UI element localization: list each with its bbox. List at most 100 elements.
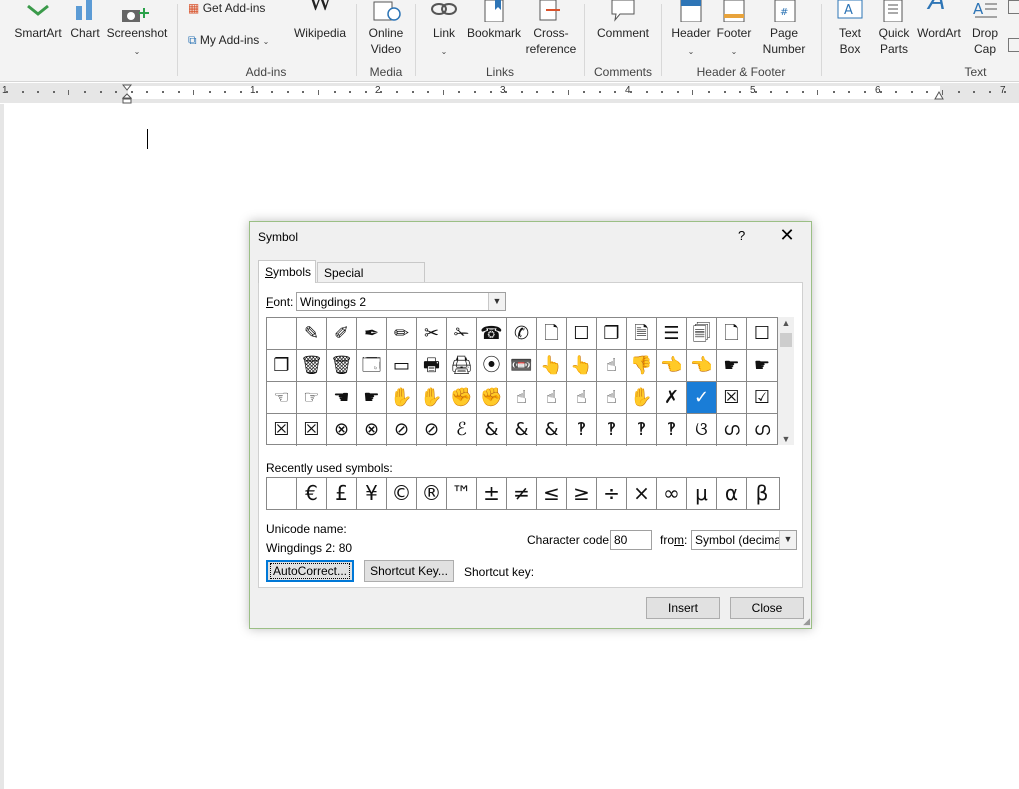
symbol-cell[interactable]: ☛ (717, 350, 747, 382)
symbol-cell[interactable]: 🗋 (537, 318, 567, 350)
symbol-cell[interactable]: 🗔 (357, 350, 387, 382)
symbol-cell[interactable]: ⊘ (417, 414, 447, 446)
recent-symbol-cell[interactable]: ™ (447, 478, 477, 509)
symbol-cell[interactable]: ഗ (747, 414, 777, 446)
recent-symbol-cell[interactable]: ® (417, 478, 447, 509)
symbol-cell[interactable]: 👈 (687, 350, 717, 382)
autocorrect-button[interactable]: AutoCorrect... (266, 560, 354, 582)
symbol-cell[interactable]: ☒ (297, 414, 327, 446)
font-select[interactable]: Wingdings 2 ▼ (296, 292, 506, 311)
insert-button[interactable]: Insert (646, 597, 720, 619)
symbol-cell[interactable]: ☛ (747, 350, 777, 382)
symbol-cell[interactable]: & (477, 414, 507, 446)
symbol-cell[interactable]: ✊ (477, 382, 507, 414)
symbol-cell[interactable]: 🗐 (687, 318, 717, 350)
symbol-cell[interactable]: ▭ (387, 350, 417, 382)
symbol-cell[interactable] (267, 318, 297, 350)
symbol-cell[interactable]: ☐ (567, 318, 597, 350)
symbol-cell[interactable]: ⊗ (357, 414, 387, 446)
recent-symbol-cell[interactable]: ≠ (507, 478, 537, 509)
recent-symbol-cell[interactable]: β (747, 478, 777, 509)
symbol-cell[interactable]: ✊ (447, 382, 477, 414)
symbol-cell[interactable]: ✋ (387, 382, 417, 414)
symbol-cell[interactable]: ✓ (687, 382, 717, 414)
wikipedia-button[interactable]: W Wikipedia (290, 0, 350, 60)
resize-grip-icon[interactable]: ◢ (803, 616, 810, 627)
symbol-cell[interactable]: 👎 (627, 350, 657, 382)
symbol-cell[interactable]: ❐ (267, 350, 297, 382)
symbol-cell[interactable]: 🗎 (627, 318, 657, 350)
symbol-cell[interactable]: 🗑 (297, 350, 327, 382)
symbol-cell[interactable]: 🗋 (717, 318, 747, 350)
symbol-cell[interactable]: 🗑 (327, 350, 357, 382)
symbol-cell[interactable]: 🖨 (447, 350, 477, 382)
screenshot-button[interactable]: Screenshot ⌄ (106, 0, 168, 60)
symbol-cell[interactable]: ✒ (357, 318, 387, 350)
from-select[interactable]: Symbol (decimal) ▼ (691, 530, 797, 550)
symbol-cell[interactable]: ☜ (267, 382, 297, 414)
recent-symbol-cell[interactable]: ≤ (537, 478, 567, 509)
scroll-down-icon[interactable]: ▼ (778, 434, 794, 444)
smartart-button[interactable]: SmartArt (12, 0, 64, 60)
symbol-cell[interactable]: ℰ (447, 414, 477, 446)
symbol-cell[interactable]: ✋ (627, 382, 657, 414)
symbol-cell[interactable]: ❐ (597, 318, 627, 350)
symbol-cell[interactable]: ✁ (447, 318, 477, 350)
symbol-cell[interactable]: ⦿ (477, 350, 507, 382)
chart-button[interactable]: Chart (66, 0, 104, 60)
recent-symbol-cell[interactable]: ± (477, 478, 507, 509)
symbol-cell[interactable]: ☛ (357, 382, 387, 414)
symbol-cell[interactable]: & (507, 414, 537, 446)
recent-symbol-cell[interactable]: ÷ (597, 478, 627, 509)
symbol-cell[interactable]: ✐ (327, 318, 357, 350)
symbol-cell[interactable]: ☒ (267, 414, 297, 446)
symbol-cell[interactable]: ☞ (297, 382, 327, 414)
symbol-cell[interactable]: ✂ (417, 318, 447, 350)
recent-symbol-cell[interactable] (267, 478, 297, 509)
symbol-cell[interactable]: ☝ (507, 382, 537, 414)
ribbon-side-icon[interactable] (1008, 38, 1019, 52)
scrollbar-thumb[interactable] (780, 333, 792, 347)
symbol-cell[interactable]: ✗ (657, 382, 687, 414)
symbol-cell[interactable]: ✋ (417, 382, 447, 414)
symbol-cell[interactable]: ☝ (597, 382, 627, 414)
cross-reference-button[interactable]: Cross- reference (524, 0, 578, 60)
symbol-cell[interactable]: ☐ (747, 318, 777, 350)
symbol-cell[interactable]: ⊘ (387, 414, 417, 446)
ribbon-side-icon[interactable] (1008, 0, 1019, 14)
symbol-cell[interactable]: 📼 (507, 350, 537, 382)
symbol-cell[interactable]: ⊗ (327, 414, 357, 446)
symbol-cell[interactable]: ✆ (507, 318, 537, 350)
close-icon[interactable]: ✕ (776, 225, 798, 246)
scroll-up-icon[interactable]: ▲ (778, 318, 794, 328)
shortcut-key-button[interactable]: Shortcut Key... (364, 560, 454, 582)
symbol-cell[interactable]: ‽ (567, 414, 597, 446)
symbol-cell[interactable]: ഗ (717, 414, 747, 446)
symbol-cell[interactable]: ‽ (597, 414, 627, 446)
symbol-grid-scrollbar[interactable]: ▲ ▼ (778, 317, 794, 445)
recent-symbol-cell[interactable]: € (297, 478, 327, 509)
recent-symbol-cell[interactable]: ∞ (657, 478, 687, 509)
chevron-down-icon[interactable]: ▼ (488, 293, 505, 310)
page-number-button[interactable]: # Page Number (755, 0, 813, 60)
symbol-cell[interactable]: ☝ (567, 382, 597, 414)
symbol-cell[interactable]: ଓ (687, 414, 717, 446)
recent-symbol-cell[interactable]: © (387, 478, 417, 509)
online-video-button[interactable]: Online Video (362, 0, 410, 60)
symbol-cell[interactable]: 🖶 (417, 350, 447, 382)
recent-symbol-cell[interactable]: £ (327, 478, 357, 509)
symbol-cell[interactable]: ☒ (717, 382, 747, 414)
symbol-grid[interactable]: ✎ ✐ ✒ ✏ ✂ ✁ ☎ ✆ 🗋 ☐ ❐ 🗎 ☰ 🗐 🗋 ☐ ❐ 🗑 🗑 🗔 ▭ 🖶 🖨 ⦿ 📼 👆 👆 ☝ 👎 👈 👈 ☛ ☛ ☜ ☞ ☚ ☛ ✋ ✋ ✊… (266, 317, 778, 446)
symbol-cell[interactable]: ‽ (657, 414, 687, 446)
recent-symbols[interactable]: € £ ¥ © ® ™ ± ≠ ≤ ≥ ÷ × ∞ μ α β (266, 477, 780, 510)
character-code-input[interactable]: 80 (610, 530, 652, 550)
symbol-cell[interactable]: ✏ (387, 318, 417, 350)
close-button[interactable]: Close (730, 597, 804, 619)
tab-symbols[interactable]: Symbols (258, 260, 316, 283)
recent-symbol-cell[interactable]: α (717, 478, 747, 509)
get-addins-button[interactable]: ▦ Get Add-ins (188, 0, 265, 16)
wordart-button[interactable]: A WordArt (914, 0, 964, 60)
symbol-cell[interactable]: ☰ (657, 318, 687, 350)
symbol-cell[interactable]: ✎ (297, 318, 327, 350)
quick-parts-button[interactable]: Quick Parts (872, 0, 916, 60)
